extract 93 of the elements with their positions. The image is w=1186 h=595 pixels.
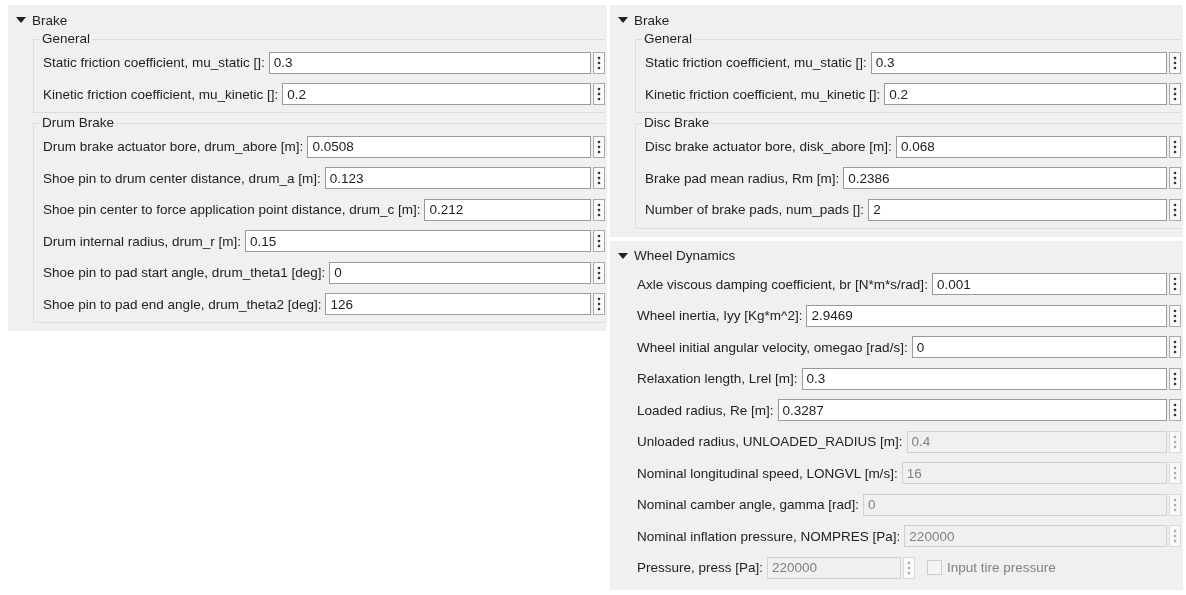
expand-triangle-icon[interactable] [618, 250, 628, 261]
input-field[interactable]: 0.3 [801, 367, 1167, 390]
vertical-dots-icon [1173, 403, 1177, 418]
input-field[interactable]: 0.123 [324, 167, 591, 190]
options-button[interactable] [593, 135, 605, 158]
parameter-label: Drum brake actuator bore, drum_abore [m]: [43, 139, 304, 155]
input-field[interactable]: 2 [868, 198, 1167, 221]
vertical-dots-icon [1173, 340, 1177, 355]
expand-triangle-icon[interactable] [618, 15, 628, 25]
parameter-label: Kinetic friction coefficient, mu_kinetic []: [43, 86, 279, 102]
parameter-label: Number of brake pads, num_pads []: [645, 202, 865, 218]
vertical-dots-icon [597, 55, 601, 70]
parameter-label: Shoe pin to pad start angle, drum_theta1 [deg]: [43, 265, 326, 281]
options-button[interactable] [593, 167, 605, 190]
vertical-dots-icon [1173, 434, 1177, 449]
input-field[interactable]: 0.3 [870, 51, 1167, 74]
options-button[interactable] [1169, 51, 1181, 74]
parameter-label: Brake pad mean radius, Rm [m]: [645, 170, 840, 186]
input-field[interactable]: 0.212 [424, 198, 591, 221]
parameter-label: Wheel initial angular velocity, omegao [rad/s]: [637, 339, 908, 355]
group-title: General [643, 31, 694, 47]
options-button[interactable] [593, 198, 605, 221]
vertical-dots-icon [597, 87, 601, 102]
input-field[interactable]: 0.068 [895, 135, 1167, 158]
options-button[interactable] [1169, 399, 1181, 422]
vertical-dots-icon [597, 265, 601, 280]
options-button[interactable] [1169, 83, 1181, 106]
group-title: Drum Brake [41, 115, 115, 131]
section-title: Brake [32, 12, 68, 28]
vertical-dots-icon [1173, 529, 1177, 544]
input-field[interactable]: 0.2 [282, 83, 591, 106]
parameter-label: Static friction coefficient, mu_static []: [645, 55, 867, 71]
vertical-dots-icon [1173, 466, 1177, 481]
input-field[interactable]: 0.0508 [307, 135, 591, 158]
vertical-dots-icon [597, 297, 601, 312]
parameter-label: Nominal longitudinal speed, LONGVL [m/s]: [637, 465, 898, 481]
group-title: General [41, 31, 92, 47]
input-field[interactable]: 0.001 [931, 273, 1167, 296]
options-button[interactable] [593, 51, 605, 74]
vertical-dots-icon [1173, 371, 1177, 386]
options-button[interactable] [593, 261, 605, 284]
options-button[interactable] [1169, 135, 1181, 158]
options-button[interactable] [1169, 167, 1181, 190]
parameter-label: Kinetic friction coefficient, mu_kinetic []: [645, 86, 881, 102]
parameter-label: Static friction coefficient, mu_static []: [43, 55, 265, 71]
vertical-dots-icon [1173, 171, 1177, 186]
options-button[interactable] [1169, 367, 1181, 390]
options-button[interactable] [1169, 273, 1181, 296]
vertical-dots-icon [1173, 308, 1177, 323]
parameter-label: Relaxation length, Lrel [m]: [637, 371, 798, 387]
input-field[interactable]: 0 [911, 336, 1167, 359]
checkbox-label: Input tire pressure [947, 560, 1056, 576]
parameter-label: Wheel inertia, Iyy [Kg*m^2]: [637, 308, 803, 324]
vertical-dots-icon [1173, 277, 1177, 292]
vertical-dots-icon [597, 202, 601, 217]
vertical-dots-icon [1173, 87, 1177, 102]
group-title: Disc Brake [643, 115, 711, 131]
options-button[interactable] [593, 230, 605, 253]
vertical-dots-icon [597, 234, 601, 249]
vertical-dots-icon [597, 171, 601, 186]
expand-triangle-icon[interactable] [16, 15, 26, 25]
options-button[interactable] [593, 83, 605, 106]
input-field[interactable]: 2.9469 [806, 304, 1167, 327]
parameter-label: Axle viscous damping coefficient, br [N*m*s/rad]: [637, 276, 928, 292]
options-button[interactable] [1169, 198, 1181, 221]
parameter-label: Disc brake actuator bore, disk_abore [m]: [645, 139, 892, 155]
parameter-label: Nominal inflation pressure, NOMPRES [Pa]: [637, 528, 901, 544]
parameter-label: Nominal camber angle, gamma [rad]: [637, 497, 860, 513]
section-title: Wheel Dynamics [634, 248, 736, 263]
input-field[interactable]: 0.2 [884, 83, 1167, 106]
options-button[interactable] [1169, 304, 1181, 327]
input-field[interactable]: 0.3287 [777, 399, 1167, 422]
options-button[interactable] [593, 293, 605, 316]
input-field[interactable]: 0 [329, 261, 591, 284]
vertical-dots-icon [907, 560, 912, 575]
parameter-label: Shoe pin to pad end angle, drum_theta2 [deg]: [43, 296, 322, 312]
input-field[interactable]: 126 [325, 293, 591, 316]
input-field[interactable]: 0.3 [268, 51, 591, 74]
vertical-dots-icon [597, 139, 601, 154]
section-title: Brake [634, 12, 670, 28]
vertical-dots-icon [1173, 55, 1177, 70]
options-button[interactable] [1169, 336, 1181, 359]
parameter-label: Drum internal radius, drum_r [m]: [43, 233, 242, 249]
input-field[interactable]: 0.2386 [843, 167, 1167, 190]
parameter-label: Pressure, press [Pa]: [637, 560, 764, 576]
parameter-label: Loaded radius, Re [m]: [637, 402, 774, 418]
parameter-label: Shoe pin center to force application point distance, drum_c [m]: [43, 202, 421, 218]
parameter-label: Unloaded radius, UNLOADED_RADIUS [m]: [637, 434, 903, 450]
input-field[interactable]: 0.15 [245, 230, 591, 253]
vertical-dots-icon [1173, 139, 1177, 154]
vertical-dots-icon [1173, 202, 1177, 217]
parameter-label: Shoe pin to drum center distance, drum_a [m]: [43, 170, 321, 186]
vertical-dots-icon [1173, 497, 1177, 512]
